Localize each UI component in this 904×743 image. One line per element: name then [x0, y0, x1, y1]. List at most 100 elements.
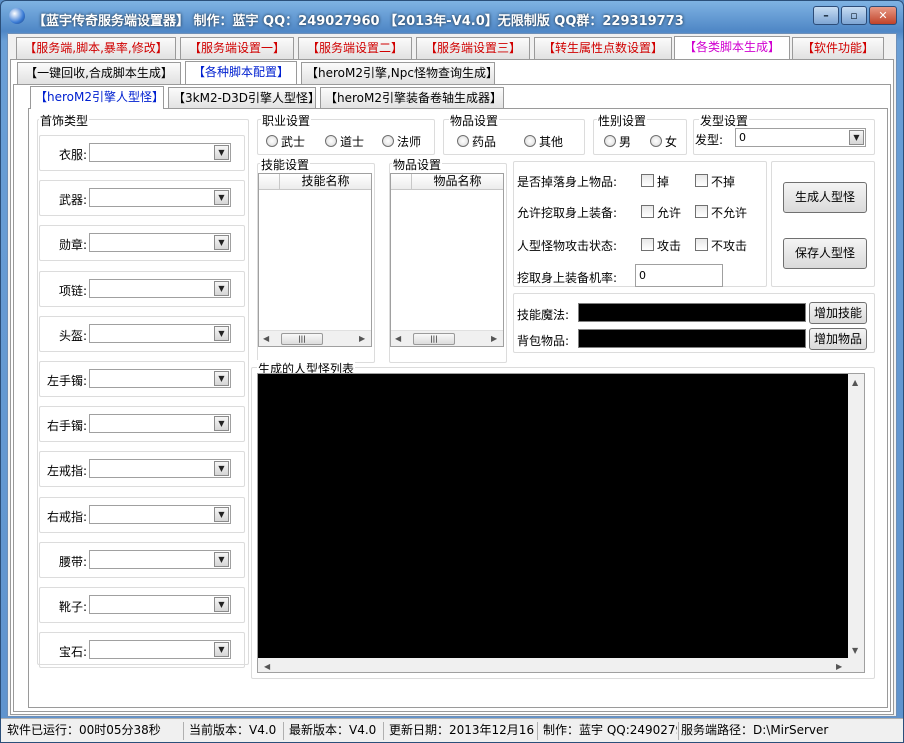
scroll-left-icon[interactable]: ◀	[264, 662, 270, 671]
skills-list-scrollbar[interactable]: ◀ ||| ▶	[259, 330, 371, 346]
drop-yes-checkbox[interactable]	[641, 174, 654, 187]
status-bar: 软件已运行：00时05分38秒 当前版本：V4.0 最新版本：V4.0 更新日期…	[1, 718, 903, 742]
drop-no-label: 不掉	[711, 175, 736, 189]
scroll-thumb[interactable]: |||	[413, 333, 455, 345]
decoration-select-gem[interactable]: ▼	[89, 640, 231, 660]
skill-magic-field[interactable]	[578, 303, 806, 322]
scroll-thumb[interactable]: |||	[281, 333, 323, 345]
status-server-path: 服务端路径：D:\MirServer	[681, 723, 829, 737]
decoration-label-right-bracelet: 右手镯:	[46, 419, 87, 434]
title-bar: 【蓝宇传奇服务端设置器】 制作：蓝宇 QQ：249027960 【2013年-V…	[1, 1, 903, 33]
items-list-header[interactable]: 物品名称	[411, 174, 503, 190]
app-window: 【蓝宇传奇服务端设置器】 制作：蓝宇 QQ：249027960 【2013年-V…	[0, 0, 904, 743]
decoration-select-left-ring[interactable]: ▼	[89, 459, 231, 479]
scroll-right-icon[interactable]: ▶	[491, 334, 497, 343]
hair-select[interactable]: 0 ▼	[735, 128, 866, 147]
decoration-select-boots[interactable]: ▼	[89, 595, 231, 614]
status-author: 制作：蓝宇 QQ:2490279	[543, 723, 677, 737]
scroll-right-icon[interactable]: ▶	[359, 334, 365, 343]
job-mage-label: 法师	[397, 135, 422, 149]
window-title: 【蓝宇传奇服务端设置器】 制作：蓝宇 QQ：249027960 【2013年-V…	[33, 14, 684, 29]
skill-magic-label: 技能魔法:	[517, 308, 570, 322]
scroll-left-icon[interactable]: ◀	[263, 334, 269, 343]
attack-no-label: 不攻击	[711, 239, 748, 253]
status-runtime: 软件已运行：00时05分38秒	[7, 723, 161, 737]
scroll-right-icon[interactable]: ▶	[836, 662, 842, 671]
gender-male-radio[interactable]	[604, 135, 616, 147]
close-button[interactable]: ✕	[869, 6, 897, 25]
tab-script-config[interactable]: 【各种脚本配置】	[185, 61, 297, 84]
items-list[interactable]: 物品名称 ◀ ||| ▶	[390, 173, 504, 347]
dig-yes-label: 允许	[657, 206, 682, 220]
save-monster-button[interactable]: 保存人型怪	[783, 238, 867, 269]
minimize-button[interactable]: –	[813, 6, 839, 25]
decoration-select-left-bracelet[interactable]: ▼	[89, 369, 231, 388]
dig-no-label: 不允许	[711, 206, 748, 220]
generated-list-content[interactable]	[258, 374, 848, 658]
attack-yes-checkbox[interactable]	[641, 238, 654, 251]
add-skill-button[interactable]: 增加技能	[809, 302, 867, 324]
rate-input[interactable]: 0	[635, 264, 723, 287]
decoration-select-belt[interactable]: ▼	[89, 549, 231, 569]
tab-herom2-npc-query[interactable]: 【heroM2引擎,Npc怪物查询生成】	[301, 62, 495, 84]
decoration-select-right-bracelet[interactable]: ▼	[89, 414, 231, 434]
goods-other-radio[interactable]	[524, 135, 536, 147]
decoration-label-necklace: 项链:	[58, 283, 87, 298]
tab-script-generation[interactable]: 【各类脚本生成】	[674, 36, 790, 59]
client-area: 【服务端,脚本,暴率,修改】 【服务端设置一】 【服务端设置二】 【服务端设置三…	[7, 33, 897, 717]
status-separator	[678, 722, 679, 740]
attack-no-checkbox[interactable]	[695, 238, 708, 251]
decoration-select-weapon[interactable]: ▼	[89, 188, 231, 208]
job-warrior-radio[interactable]	[266, 135, 278, 147]
decoration-label-weapon: 武器:	[58, 193, 87, 208]
status-latest-version: 最新版本：V4.0	[289, 723, 377, 737]
items-list-header-blank	[391, 174, 411, 190]
decoration-select-helmet[interactable]: ▼	[89, 323, 231, 343]
attack-label: 人型怪物攻击状态:	[517, 239, 618, 253]
tab-herom2-humanoid[interactable]: 【heroM2引擎人型怪】	[30, 86, 164, 109]
maximize-button[interactable]: ▫	[841, 6, 867, 25]
decoration-select-clothes[interactable]: ▼	[89, 143, 231, 162]
tab-server-settings-2[interactable]: 【服务端设置二】	[298, 37, 412, 59]
chevron-down-icon: ▼	[214, 506, 229, 522]
job-mage-radio[interactable]	[382, 135, 394, 147]
bag-items-field[interactable]	[578, 329, 806, 348]
generated-list[interactable]: ▲ ▼ ◀ ▶	[257, 373, 865, 673]
decoration-select-medal[interactable]: ▼	[89, 233, 231, 253]
tab-software-functions[interactable]: 【软件功能】	[792, 37, 884, 59]
decoration-label-belt: 腰带:	[58, 554, 87, 569]
attack-yes-label: 攻击	[657, 239, 682, 253]
tab-rebirth-attributes[interactable]: 【转生属性点数设置】	[534, 37, 672, 59]
decoration-select-necklace[interactable]: ▼	[89, 278, 231, 298]
skills-list-header[interactable]: 技能名称	[279, 174, 371, 190]
decoration-label-left-bracelet: 左手镯:	[46, 374, 87, 388]
drop-yes-label: 掉	[657, 175, 670, 189]
add-item-button[interactable]: 增加物品	[809, 328, 867, 350]
tab-herom2-scroll-generator[interactable]: 【heroM2引擎装备卷轴生成器】	[320, 87, 504, 109]
goods-potion-label: 药品	[472, 135, 497, 149]
scroll-up-icon[interactable]: ▲	[852, 378, 858, 387]
dig-label: 允许挖取身上装备:	[517, 206, 618, 220]
chevron-down-icon: ▼	[214, 235, 229, 251]
tab-3km2-humanoid[interactable]: 【3kM2-D3D引擎人型怪】	[168, 87, 316, 109]
decoration-select-right-ring[interactable]: ▼	[89, 504, 231, 524]
scroll-down-icon[interactable]: ▼	[852, 646, 858, 655]
rate-label: 挖取身上装备机率:	[517, 271, 618, 285]
drop-no-checkbox[interactable]	[695, 174, 708, 187]
dig-yes-checkbox[interactable]	[641, 205, 654, 218]
scroll-left-icon[interactable]: ◀	[395, 334, 401, 343]
skills-list[interactable]: 技能名称 ◀ ||| ▶	[258, 173, 372, 347]
tab-server-settings-1[interactable]: 【服务端设置一】	[180, 37, 294, 59]
gender-group-title: 性别设置	[597, 112, 648, 129]
job-taoist-radio[interactable]	[325, 135, 337, 147]
generate-monster-button[interactable]: 生成人型怪	[783, 182, 867, 213]
gender-male-label: 男	[619, 135, 632, 149]
tab-recycle-compose[interactable]: 【一键回收,合成脚本生成】	[17, 62, 181, 84]
tab-server-settings-3[interactable]: 【服务端设置三】	[416, 37, 530, 59]
job-group-title: 职业设置	[261, 112, 312, 129]
items-list-scrollbar[interactable]: ◀ ||| ▶	[391, 330, 503, 346]
goods-potion-radio[interactable]	[457, 135, 469, 147]
gender-female-radio[interactable]	[650, 135, 662, 147]
tab-server-script[interactable]: 【服务端,脚本,暴率,修改】	[16, 37, 176, 59]
dig-no-checkbox[interactable]	[695, 205, 708, 218]
